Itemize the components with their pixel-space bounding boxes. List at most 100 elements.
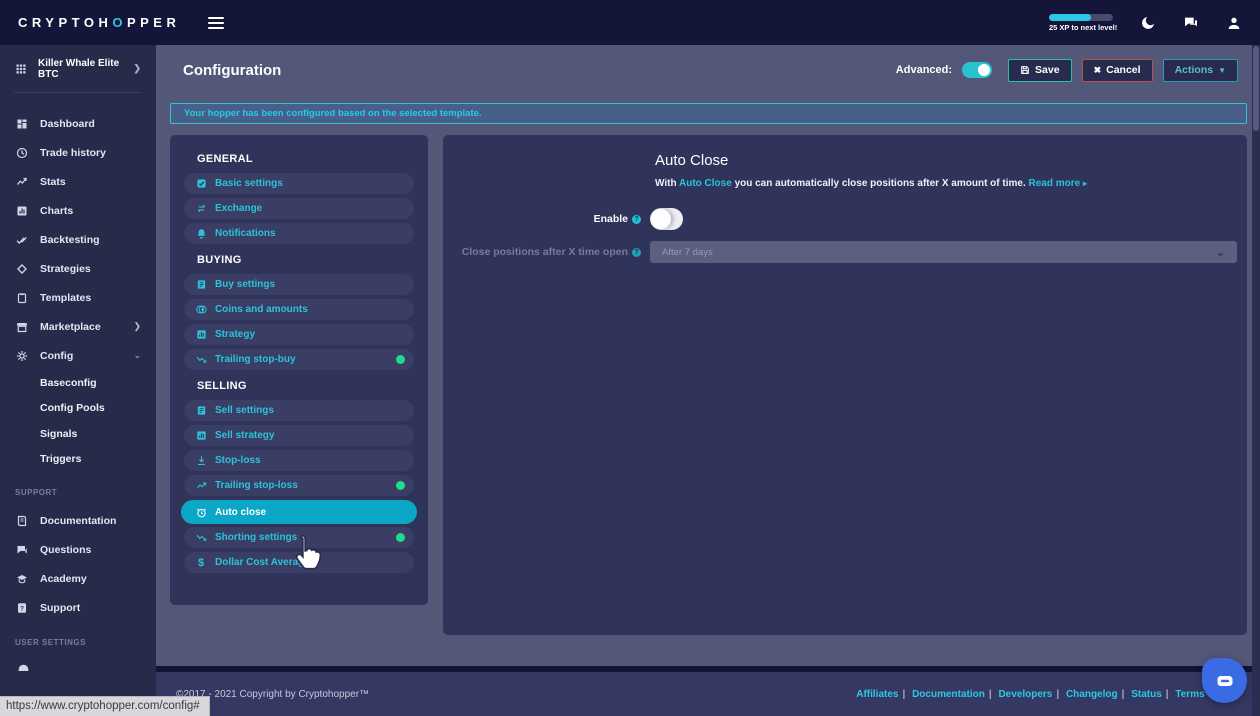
sidebar-item-config-pools[interactable]: Config Pools [0, 396, 156, 422]
config-item-coins-and-amounts[interactable]: Coins and amounts [184, 299, 414, 320]
panel-description: With Auto Close you can automatically cl… [655, 178, 1237, 189]
double-check-icon [15, 234, 28, 246]
link-separator: | [989, 689, 992, 700]
config-nav-panel: GENERAL Basic settings Exchange Notifica… [170, 135, 428, 605]
sidebar-item-dashboard[interactable]: Dashboard [0, 109, 156, 138]
actions-dropdown-button[interactable]: Actions ▼ [1163, 59, 1238, 82]
advanced-toggle[interactable] [962, 62, 992, 78]
sidebar-item-documentation[interactable]: Documentation [0, 506, 156, 535]
sidebar-item-config[interactable]: Config ⌄ [0, 341, 156, 370]
sidebar-item-triggers[interactable]: Triggers [0, 447, 156, 473]
sidebar-item-marketplace[interactable]: Marketplace ❯ [0, 312, 156, 341]
config-item-dollar-cost-averaging[interactable]: $ Dollar Cost Averaging [184, 552, 414, 573]
sidebar-item-label: Strategies [40, 263, 91, 275]
sidebar-item-strategies[interactable]: Strategies [0, 254, 156, 283]
close-positions-dropdown[interactable]: After 7 days ⌄ [650, 241, 1237, 263]
auto-close-link[interactable]: Auto Close [679, 178, 732, 189]
cryptohopper-logo[interactable]: CRYPTOHOPPER [18, 15, 180, 30]
save-floppy-icon [1020, 65, 1030, 75]
xp-progress-label: 25 XP to next level! [1049, 23, 1113, 32]
sidebar-item-label: Charts [40, 205, 73, 217]
help-question-icon[interactable]: ? [632, 215, 641, 224]
sidebar-item-stats[interactable]: Stats [0, 167, 156, 196]
config-item-basic-settings[interactable]: Basic settings [184, 173, 414, 194]
diamond-icon [15, 263, 28, 275]
config-item-label: Buy settings [215, 279, 275, 290]
logo-o-accent: O [112, 15, 127, 30]
live-chat-launcher[interactable] [1202, 658, 1247, 703]
section-title-buying: BUYING [197, 254, 414, 266]
sidebar-item-baseconfig[interactable]: Baseconfig [0, 370, 156, 396]
graduation-cap-icon [15, 573, 28, 585]
scrollbar-thumb[interactable] [1253, 46, 1259, 131]
sidebar-item-questions[interactable]: Questions [0, 535, 156, 564]
enabled-indicator-dot [396, 533, 405, 542]
sidebar-item-academy[interactable]: Academy [0, 564, 156, 593]
hamburger-menu-icon[interactable] [208, 14, 224, 32]
config-item-shorting-settings[interactable]: Shorting settings [184, 527, 414, 548]
chat-messages-icon[interactable] [1183, 15, 1199, 31]
config-item-strategy[interactable]: Strategy [184, 324, 414, 345]
enable-toggle[interactable] [650, 208, 683, 230]
enable-label: Enable [443, 213, 628, 225]
config-item-sell-settings[interactable]: Sell settings [184, 400, 414, 421]
config-item-label: Trailing stop-loss [215, 480, 298, 491]
footer-link-changelog[interactable]: Changelog [1066, 689, 1118, 700]
dark-mode-moon-icon[interactable] [1140, 15, 1156, 31]
link-separator: | [1056, 689, 1059, 700]
caret-down-icon: ▼ [1218, 66, 1226, 75]
sidebar-item-support[interactable]: ? Support [0, 593, 156, 622]
help-question-icon[interactable]: ? [632, 248, 641, 257]
sidebar-item-label: Config [40, 350, 73, 362]
config-item-buy-settings[interactable]: Buy settings [184, 274, 414, 295]
book-icon [15, 515, 28, 527]
alarm-clock-icon [195, 507, 207, 518]
config-item-trailing-stop-loss[interactable]: Trailing stop-loss [184, 475, 414, 496]
footer-link-developers[interactable]: Developers [998, 689, 1052, 700]
config-item-label: Trailing stop-buy [215, 354, 296, 365]
read-more-link[interactable]: Read more [1029, 178, 1081, 189]
config-item-exchange[interactable]: Exchange [184, 198, 414, 219]
top-navbar: CRYPTOHOPPER 25 XP to next level! [0, 0, 1260, 45]
footer-link-affiliates[interactable]: Affiliates [856, 689, 898, 700]
zigzag-down-icon [195, 532, 207, 543]
footer-link-documentation[interactable]: Documentation [912, 689, 985, 700]
footer-link-status[interactable]: Status [1131, 689, 1162, 700]
question-mark-icon: ? [15, 602, 28, 614]
config-item-label: Stop-loss [215, 455, 261, 466]
panel-title: Auto Close [655, 152, 1247, 169]
cancel-button[interactable]: ✖ Cancel [1082, 59, 1153, 82]
sidebar-item-label: Templates [40, 292, 91, 304]
config-item-stop-loss[interactable]: Stop-loss [184, 450, 414, 471]
vertical-scrollbar[interactable] [1252, 45, 1260, 716]
logo-text: PPER [127, 15, 180, 30]
description-text: With [655, 178, 677, 189]
exchange-arrows-icon [195, 203, 207, 214]
bar-chart-icon [195, 329, 207, 340]
save-button[interactable]: Save [1008, 59, 1072, 82]
xp-progress: 25 XP to next level! [1049, 14, 1113, 32]
hopper-name: Killer Whale Elite BTC [38, 58, 122, 80]
sidebar-item-signals[interactable]: Signals [0, 421, 156, 447]
clock-history-icon [15, 147, 28, 159]
hopper-selector[interactable]: Killer Whale Elite BTC ❯ [0, 45, 156, 92]
config-item-label: Notifications [215, 228, 276, 239]
zigzag-down-icon [195, 354, 207, 365]
sidebar-item-label: Stats [40, 176, 66, 188]
footer: ©2017 - 2021 Copyright by Cryptohopper™ … [156, 666, 1252, 716]
config-item-auto-close[interactable]: Auto close [181, 500, 417, 524]
user-profile-icon[interactable] [1226, 15, 1242, 31]
config-item-sell-strategy[interactable]: Sell strategy [184, 425, 414, 446]
config-item-trailing-stop-buy[interactable]: Trailing stop-buy [184, 349, 414, 370]
sidebar-item-templates[interactable]: Templates [0, 283, 156, 312]
xp-progress-bar [1049, 14, 1113, 21]
sidebar-item-backtesting[interactable]: Backtesting [0, 225, 156, 254]
sidebar-item-charts[interactable]: Charts [0, 196, 156, 225]
sidebar-item-trade-history[interactable]: Trade history [0, 138, 156, 167]
bar-chart-icon [195, 430, 207, 441]
sidebar-item-label: Backtesting [40, 234, 100, 246]
config-item-notifications[interactable]: Notifications [184, 223, 414, 244]
section-title-general: GENERAL [197, 153, 414, 165]
clipboard-icon [15, 292, 28, 304]
config-item-label: Exchange [215, 203, 262, 214]
